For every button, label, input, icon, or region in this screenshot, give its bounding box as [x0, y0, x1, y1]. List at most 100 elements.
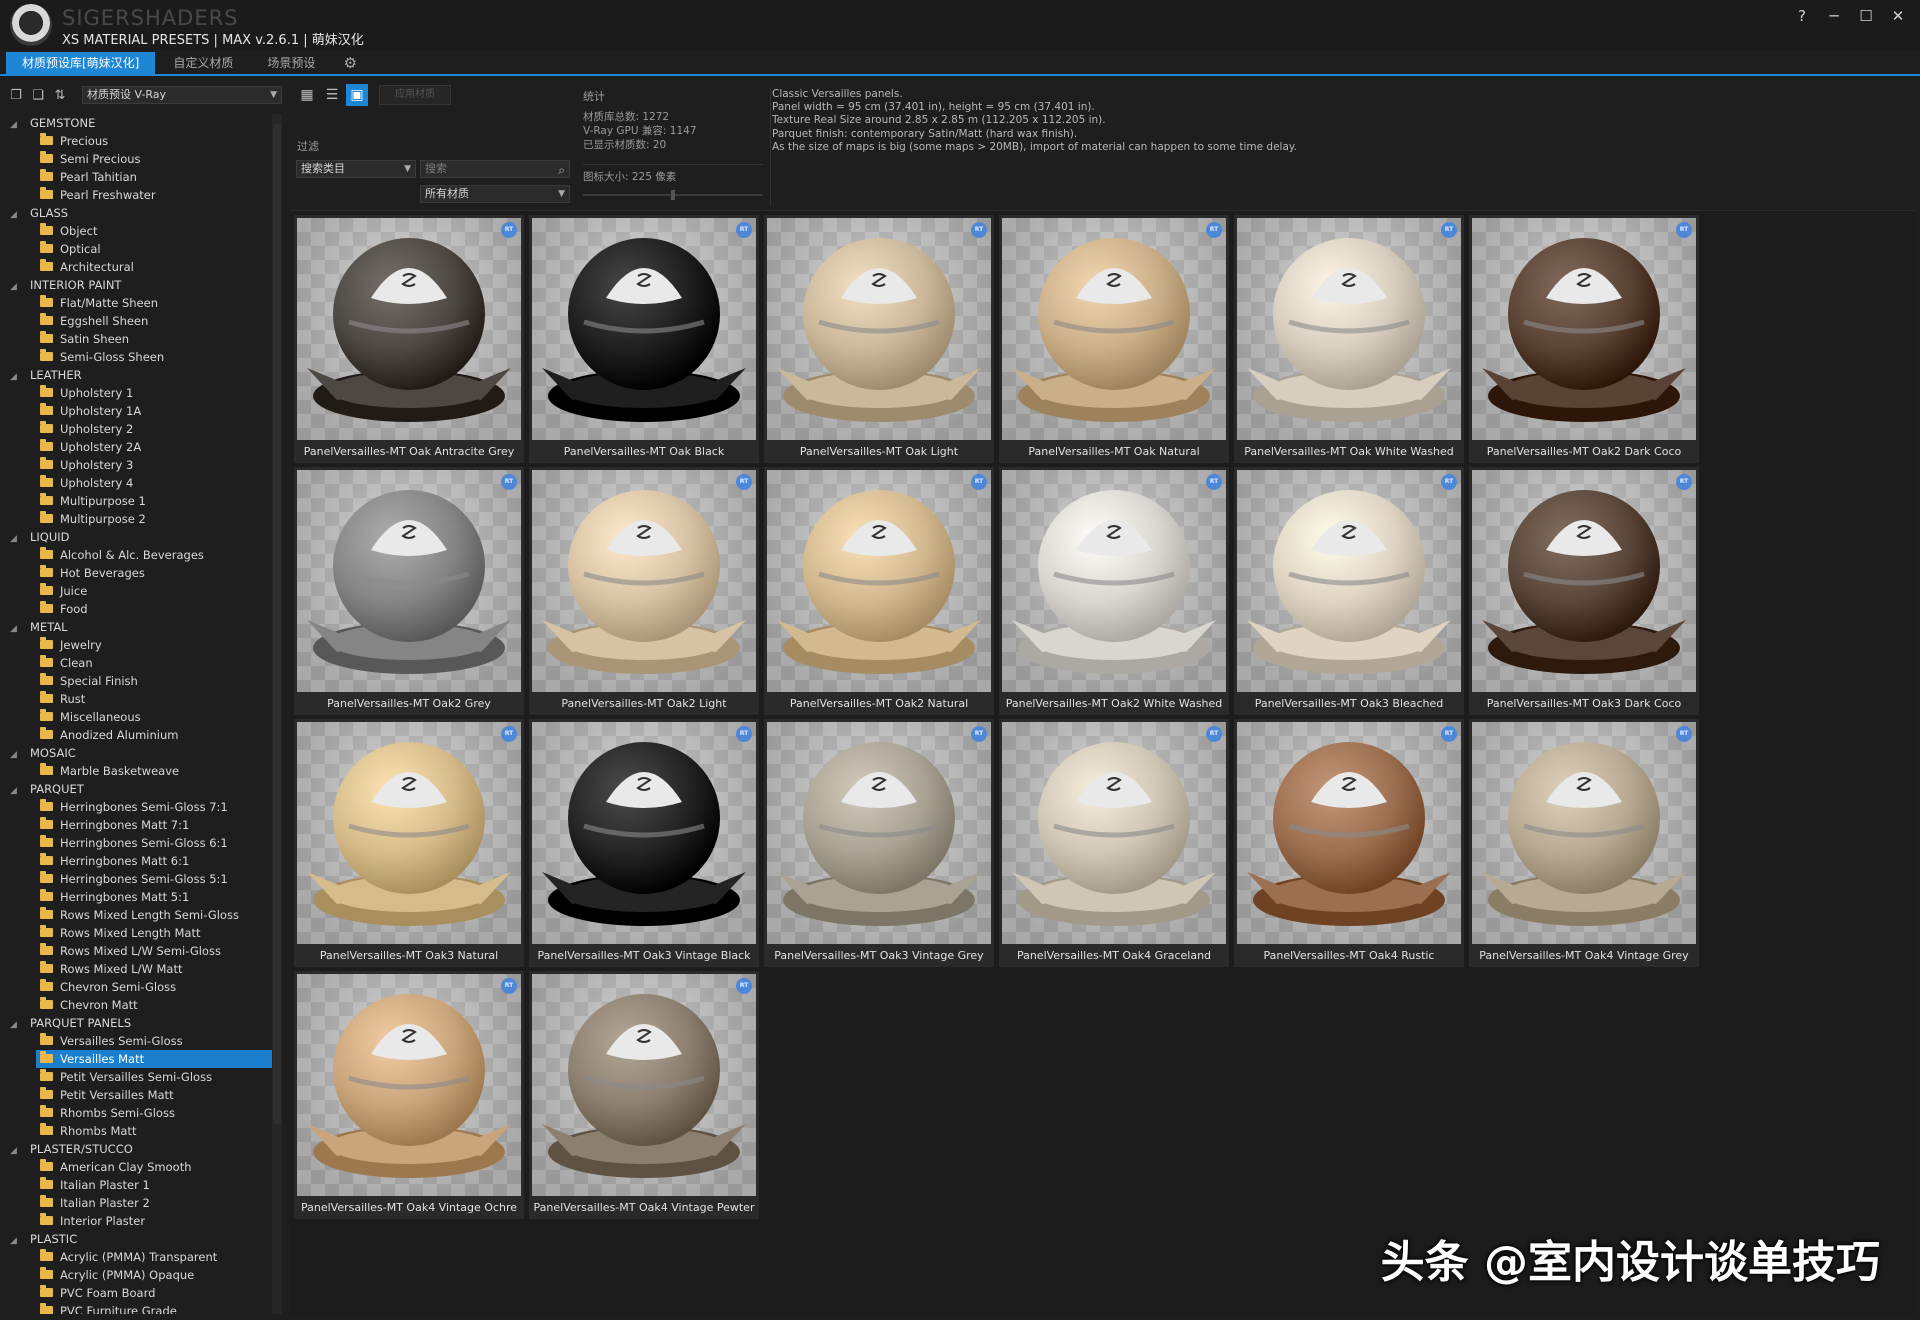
tree-item[interactable]: Herringbones Semi-Gloss 5:1	[6, 870, 274, 888]
tree-item[interactable]: Petit Versailles Matt	[6, 1086, 274, 1104]
tree-item[interactable]: Herringbones Matt 5:1	[6, 888, 274, 906]
tree-item[interactable]: Hot Beverages	[6, 564, 274, 582]
tree-item[interactable]: Rows Mixed L/W Semi-Gloss	[6, 942, 274, 960]
material-thumbnail[interactable]: RT	[1002, 470, 1226, 692]
material-thumbnail[interactable]: RT	[767, 470, 991, 692]
material-card[interactable]: RT PanelVersailles-MT Oak3 Vintage Grey	[764, 719, 994, 967]
material-filter-select[interactable]: 所有材质 ▼	[420, 185, 570, 203]
tree-item[interactable]: Upholstery 3	[6, 456, 274, 474]
material-thumbnail[interactable]: RT	[1002, 218, 1226, 440]
tree-item[interactable]: Acrylic (PMMA) Transparent	[6, 1248, 274, 1266]
tree-category[interactable]: ◢ PLASTIC	[6, 1230, 274, 1248]
material-card[interactable]: RT PanelVersailles-MT Oak White Washed	[1234, 215, 1464, 463]
tree-category[interactable]: ◢ LIQUID	[6, 528, 274, 546]
tab-scene-presets[interactable]: 场景预设	[251, 52, 331, 74]
material-card[interactable]: RT PanelVersailles-MT Oak4 Vintage Ochre	[294, 971, 524, 1219]
tree-item[interactable]: Upholstery 1	[6, 384, 274, 402]
tree-item[interactable]: Petit Versailles Semi-Gloss	[6, 1068, 274, 1086]
tree-item[interactable]: Chevron Matt	[6, 996, 274, 1014]
tree-item[interactable]: Precious	[6, 132, 274, 150]
tree-item[interactable]: Semi-Gloss Sheen	[6, 348, 274, 366]
tree-category[interactable]: ◢ PLASTER/STUCCO	[6, 1140, 274, 1158]
tree-item[interactable]: Versailles Semi-Gloss	[6, 1032, 274, 1050]
material-card[interactable]: RT PanelVersailles-MT Oak4 Vintage Grey	[1469, 719, 1699, 967]
search-input[interactable]: 搜索 ⌕	[420, 160, 570, 178]
material-card[interactable]: RT PanelVersailles-MT Oak2 White Washed	[999, 467, 1229, 715]
material-card[interactable]: RT PanelVersailles-MT Oak4 Rustic	[1234, 719, 1464, 967]
list-view-icon[interactable]: ☰	[321, 84, 343, 106]
tree-item[interactable]: Upholstery 4	[6, 474, 274, 492]
material-card[interactable]: RT PanelVersailles-MT Oak4 Vintage Pewter	[529, 971, 759, 1219]
material-thumbnail[interactable]: RT	[1237, 722, 1461, 944]
tree-item[interactable]: Italian Plaster 2	[6, 1194, 274, 1212]
material-card[interactable]: RT PanelVersailles-MT Oak2 Dark Coco	[1469, 215, 1699, 463]
material-thumbnail[interactable]: RT	[532, 470, 756, 692]
tree-item[interactable]: Satin Sheen	[6, 330, 274, 348]
material-card[interactable]: RT PanelVersailles-MT Oak2 Grey	[294, 467, 524, 715]
collapse-all-icon[interactable]: ❏	[28, 86, 48, 104]
material-card[interactable]: RT PanelVersailles-MT Oak Natural	[999, 215, 1229, 463]
tree-item[interactable]: Upholstery 2	[6, 420, 274, 438]
tree-item[interactable]: Miscellaneous	[6, 708, 274, 726]
tree-category[interactable]: ◢ MOSAIC	[6, 744, 274, 762]
material-card[interactable]: RT PanelVersailles-MT Oak3 Bleached	[1234, 467, 1464, 715]
tree-item[interactable]: PVC Furniture Grade	[6, 1302, 274, 1314]
tree-category[interactable]: ◢ PARQUET	[6, 780, 274, 798]
sort-icon[interactable]: ⇅	[50, 86, 70, 104]
material-thumbnail[interactable]: RT	[1472, 470, 1696, 692]
tree-item[interactable]: Rust	[6, 690, 274, 708]
tree-item[interactable]: Pearl Tahitian	[6, 168, 274, 186]
tree-item[interactable]: Semi Precious	[6, 150, 274, 168]
material-thumbnail[interactable]: RT	[1237, 470, 1461, 692]
material-thumbnail[interactable]: RT	[297, 470, 521, 692]
tree-category[interactable]: ◢ LEATHER	[6, 366, 274, 384]
tree-item[interactable]: Upholstery 2A	[6, 438, 274, 456]
large-icons-view-icon[interactable]: ▣	[346, 84, 368, 106]
tree-item[interactable]: Optical	[6, 240, 274, 258]
tree-item[interactable]: Italian Plaster 1	[6, 1176, 274, 1194]
tab-material-presets[interactable]: 材质预设库[萌妹汉化]	[6, 52, 156, 74]
material-thumbnail[interactable]: RT	[297, 722, 521, 944]
material-card[interactable]: RT PanelVersailles-MT Oak Antracite Grey	[294, 215, 524, 463]
material-card[interactable]: RT PanelVersailles-MT Oak3 Vintage Black	[529, 719, 759, 967]
tree-item[interactable]: Pearl Freshwater	[6, 186, 274, 204]
help-button[interactable]: ?	[1786, 4, 1818, 28]
icon-size-slider[interactable]	[583, 190, 763, 200]
tree-category[interactable]: ◢ PARQUET PANELS	[6, 1014, 274, 1032]
expand-all-icon[interactable]: ❐	[6, 86, 26, 104]
settings-gear-icon[interactable]: ⚙	[339, 52, 361, 74]
material-thumbnail[interactable]: RT	[767, 218, 991, 440]
tree-item[interactable]: American Clay Smooth	[6, 1158, 274, 1176]
tree-item[interactable]: Anodized Aluminium	[6, 726, 274, 744]
tree-item[interactable]: Upholstery 1A	[6, 402, 274, 420]
tree-item[interactable]: Rhombs Matt	[6, 1122, 274, 1140]
grid-view-icon[interactable]: ▦	[296, 84, 318, 106]
search-icon[interactable]: ⌕	[558, 162, 565, 178]
tree-category[interactable]: ◢ GEMSTONE	[6, 114, 274, 132]
material-card[interactable]: RT PanelVersailles-MT Oak4 Graceland	[999, 719, 1229, 967]
preset-library-select[interactable]: 材质预设 V-Ray ▼	[82, 86, 282, 104]
material-thumbnail[interactable]: RT	[532, 218, 756, 440]
search-category-select[interactable]: 搜索类目 ▼	[296, 160, 416, 178]
tree-item[interactable]: Rows Mixed Length Matt	[6, 924, 274, 942]
material-card[interactable]: RT PanelVersailles-MT Oak3 Dark Coco	[1469, 467, 1699, 715]
tree-item[interactable]: Marble Basketweave	[6, 762, 274, 780]
tree-item[interactable]: Herringbones Semi-Gloss 7:1	[6, 798, 274, 816]
tree-item[interactable]: Multipurpose 1	[6, 492, 274, 510]
tree-item[interactable]: Chevron Semi-Gloss	[6, 978, 274, 996]
tree-item[interactable]: Alcohol & Alc. Beverages	[6, 546, 274, 564]
tree-item[interactable]: Acrylic (PMMA) Opaque	[6, 1266, 274, 1284]
material-thumbnail[interactable]: RT	[1472, 722, 1696, 944]
material-thumbnail[interactable]: RT	[532, 974, 756, 1196]
tree-item[interactable]: Special Finish	[6, 672, 274, 690]
apply-material-button[interactable]: 应用材质	[379, 85, 451, 105]
tree-scrollbar[interactable]	[272, 114, 282, 1314]
maximize-button[interactable]: ☐	[1850, 4, 1882, 28]
tree-scrollbar-thumb[interactable]	[273, 124, 281, 1124]
tree-item[interactable]: Juice	[6, 582, 274, 600]
tree-item[interactable]: Herringbones Semi-Gloss 6:1	[6, 834, 274, 852]
tree-item[interactable]: Eggshell Sheen	[6, 312, 274, 330]
material-card[interactable]: RT PanelVersailles-MT Oak Light	[764, 215, 994, 463]
material-thumbnail[interactable]: RT	[532, 722, 756, 944]
tree-item[interactable]: Versailles Matt	[36, 1050, 274, 1068]
